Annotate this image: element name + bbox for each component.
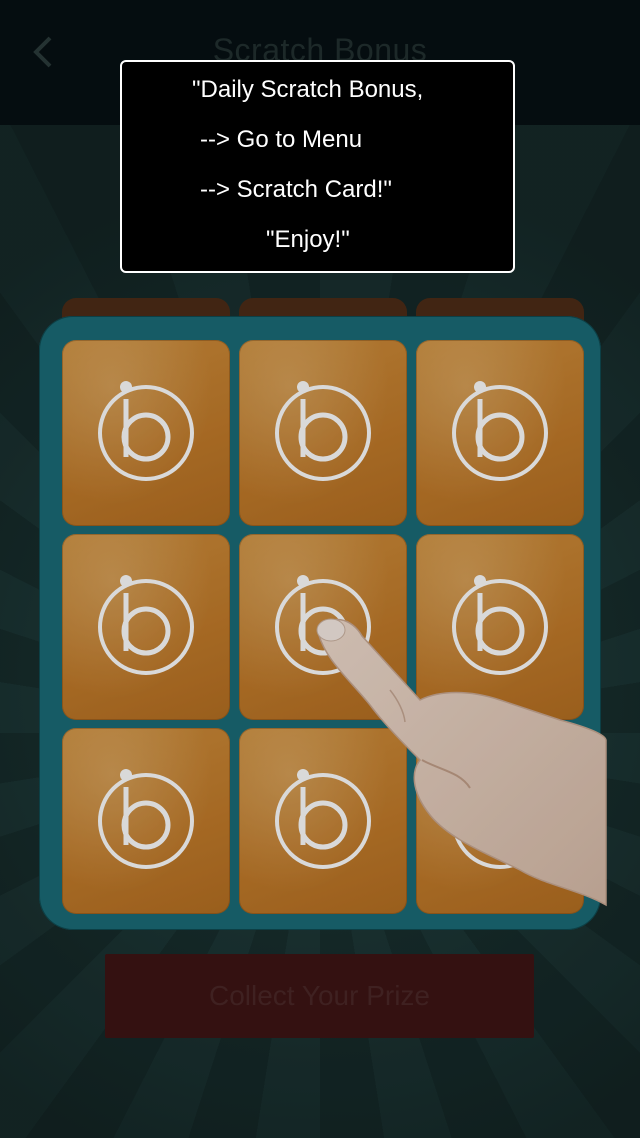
b-logo-icon <box>452 575 548 675</box>
b-logo-icon <box>98 769 194 869</box>
b-logo-icon <box>452 381 548 481</box>
tooltip-line: "Enjoy!" <box>266 226 350 253</box>
scratch-tile[interactable] <box>239 340 407 526</box>
scratch-tile[interactable] <box>62 728 230 914</box>
b-logo-icon <box>98 575 194 675</box>
scratch-tile[interactable] <box>416 534 584 720</box>
tooltip-line: --> Go to Menu <box>200 126 363 153</box>
scratch-tile[interactable] <box>416 728 584 914</box>
scratch-tile[interactable] <box>62 534 230 720</box>
b-logo-icon <box>275 381 371 481</box>
scratch-tile[interactable] <box>239 534 407 720</box>
tooltip-line: "Daily Scratch Bonus, <box>192 76 424 103</box>
scratch-tile[interactable] <box>416 340 584 526</box>
b-logo-icon <box>275 769 371 869</box>
b-logo-icon <box>452 769 548 869</box>
tooltip-line: --> Scratch Card!" <box>200 176 392 203</box>
scratch-tile[interactable] <box>239 728 407 914</box>
scratch-tile[interactable] <box>62 340 230 526</box>
collect-prize-button[interactable]: Collect Your Prize <box>105 954 534 1038</box>
tutorial-tooltip: "Daily Scratch Bonus, --> Go to Menu -->… <box>120 60 515 273</box>
b-logo-icon <box>98 381 194 481</box>
b-logo-icon <box>275 575 371 675</box>
